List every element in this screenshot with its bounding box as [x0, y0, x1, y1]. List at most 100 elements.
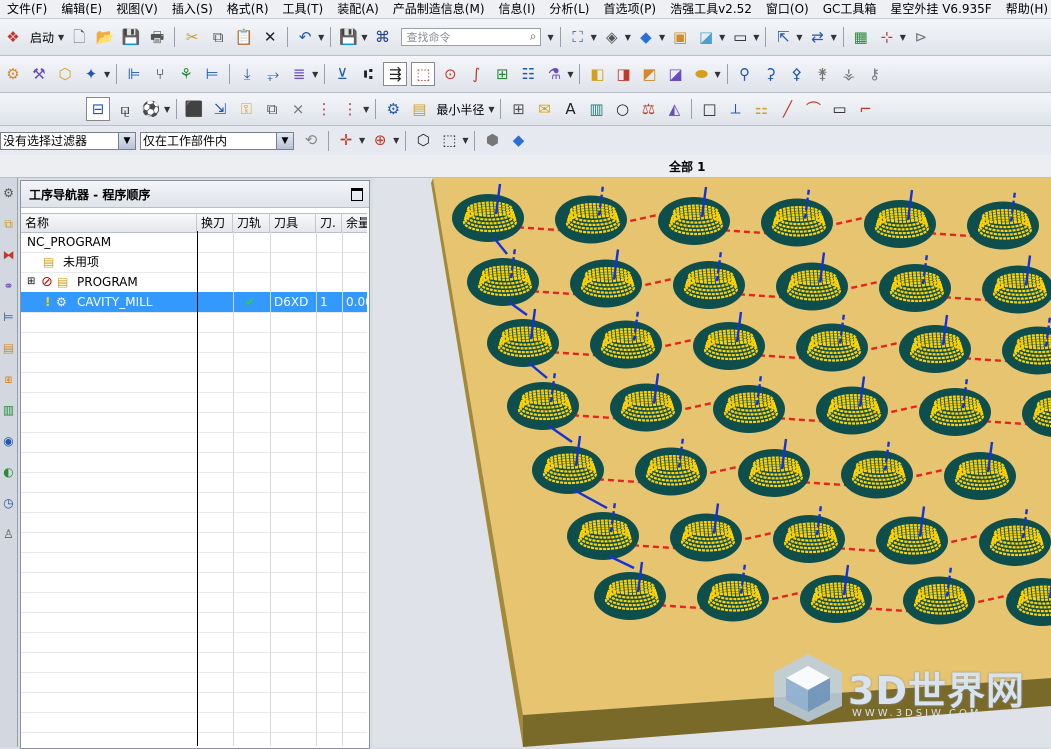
- reuse-library-icon[interactable]: ⧆: [1, 372, 16, 387]
- menu-file[interactable]: 文件(F): [0, 0, 54, 18]
- extra-tool-icon[interactable]: ⊳: [910, 26, 932, 48]
- create-program-icon[interactable]: ⚙: [2, 63, 24, 85]
- machine-navigator-icon[interactable]: ▤: [1, 341, 16, 356]
- simulate-machine-icon[interactable]: ⑆: [357, 63, 379, 85]
- undo-icon[interactable]: ↶: [294, 26, 316, 48]
- machine-tool-view-icon[interactable]: ⑂: [149, 63, 171, 85]
- delete-icon[interactable]: ✕: [259, 26, 281, 48]
- feeds-speeds-icon[interactable]: ⚙: [382, 98, 404, 120]
- menu-gc-toolbox[interactable]: GC工具箱: [816, 0, 884, 18]
- selection-intent-icon[interactable]: ⊕: [369, 130, 391, 152]
- geometry-dropdown-icon[interactable]: ▼: [714, 70, 720, 79]
- shop-doc-icon[interactable]: ☷: [517, 63, 539, 85]
- generate-toolpath-icon[interactable]: ⤓: [236, 63, 258, 85]
- component-icon[interactable]: ⬢: [481, 130, 503, 152]
- min-radius-label[interactable]: 最小半径: [436, 101, 484, 118]
- menu-window[interactable]: 窗口(O): [759, 0, 816, 18]
- paste-op-icon[interactable]: ⋮: [313, 98, 335, 120]
- wcs-dropdown-icon[interactable]: ▼: [900, 33, 906, 42]
- transform-icon[interactable]: ⇄: [807, 26, 829, 48]
- geometry-group-icon[interactable]: ⚽: [140, 98, 162, 120]
- reset-filter-icon[interactable]: ⟲: [300, 130, 322, 152]
- group-dropdown-icon[interactable]: ▼: [164, 105, 170, 114]
- render-style-dropdown-icon[interactable]: ▼: [625, 33, 631, 42]
- start-icon[interactable]: ❖: [2, 26, 24, 48]
- replay-toolpath-icon[interactable]: ⥅: [262, 63, 284, 85]
- paste-dropdown-icon[interactable]: ▼: [363, 105, 369, 114]
- arc-icon[interactable]: ⌒: [802, 98, 824, 120]
- min-radius-dropdown-icon[interactable]: ▼: [488, 105, 494, 114]
- workpiece-icon[interactable]: ◧: [586, 63, 608, 85]
- line-icon[interactable]: ╱: [776, 98, 798, 120]
- intent-dropdown-icon[interactable]: ▼: [393, 136, 399, 145]
- menu-tools[interactable]: 工具(T): [276, 0, 331, 18]
- weight-icon[interactable]: ⚖: [637, 98, 659, 120]
- search-icon[interactable]: ⌕: [530, 29, 537, 44]
- create-tool-icon[interactable]: ⚒: [28, 63, 50, 85]
- move-object-icon[interactable]: ⇱: [772, 26, 794, 48]
- snap-dropdown-icon[interactable]: ▼: [359, 136, 365, 145]
- command-search-input[interactable]: 查找命令 ⌕: [401, 28, 542, 46]
- edit-feed-icon[interactable]: ⇶: [383, 62, 408, 86]
- square-icon[interactable]: □: [698, 98, 720, 120]
- expand-icon[interactable]: ⊞: [23, 272, 39, 292]
- menu-assembly[interactable]: 装配(A): [330, 0, 386, 18]
- assembly-navigator-icon[interactable]: ⧉: [1, 217, 16, 232]
- create-dropdown-icon[interactable]: ▼: [104, 70, 110, 79]
- wcs-icon[interactable]: ⊹: [876, 26, 898, 48]
- library-icon[interactable]: ▥: [1, 403, 16, 418]
- cylinder-icon[interactable]: ⬬: [690, 63, 712, 85]
- curve-icon[interactable]: ∫: [465, 63, 487, 85]
- method-view-icon[interactable]: ⊨: [201, 63, 223, 85]
- copy-op-icon[interactable]: ⧉: [261, 98, 283, 120]
- menu-preferences[interactable]: 首选项(P): [596, 0, 663, 18]
- postprocess-icon[interactable]: ⊞: [491, 63, 513, 85]
- search-dropdown-icon[interactable]: ▼: [547, 33, 553, 42]
- column-tool[interactable]: 刀具: [270, 214, 316, 232]
- object-display-icon[interactable]: ⚲: [734, 63, 756, 85]
- type-filter-select[interactable]: 没有选择过滤器 ▼: [0, 131, 136, 150]
- table-icon[interactable]: ▦: [850, 26, 872, 48]
- open-folder-icon[interactable]: 📂: [94, 26, 116, 48]
- palette-icon[interactable]: ◐: [1, 465, 16, 480]
- settings-icon[interactable]: ⚙: [1, 186, 16, 201]
- move-dropdown-icon[interactable]: ▼: [796, 33, 802, 42]
- background-color-icon[interactable]: ▭: [729, 26, 751, 48]
- shape-icon[interactable]: ◪: [695, 26, 717, 48]
- copy-icon[interactable]: ⧉: [207, 26, 229, 48]
- grid-points-icon[interactable]: ⚏: [750, 98, 772, 120]
- output-cls-icon[interactable]: ⚗: [543, 63, 565, 85]
- start-button[interactable]: 启动: [30, 29, 54, 46]
- save-as-icon[interactable]: 💾: [337, 26, 359, 48]
- menu-haoqiang-tools[interactable]: 浩强工具v2.52: [663, 0, 759, 18]
- chevron-down-icon[interactable]: ▼: [118, 132, 135, 149]
- unblank-icon[interactable]: ⚷: [864, 63, 886, 85]
- hide-icon[interactable]: ⚳: [760, 63, 782, 85]
- column-stock[interactable]: 余量: [342, 214, 367, 232]
- min-radius-icon[interactable]: ▤: [408, 98, 430, 120]
- menu-format[interactable]: 格式(R): [220, 0, 276, 18]
- shaded-cube-icon[interactable]: ◆: [635, 26, 657, 48]
- show-icon[interactable]: ⚴: [786, 63, 808, 85]
- red-cube-icon[interactable]: ⬛: [183, 98, 205, 120]
- history-icon[interactable]: ◷: [1, 496, 16, 511]
- monitor-icon[interactable]: ▥: [585, 98, 607, 120]
- rectangle-select-icon[interactable]: ⬚: [438, 130, 460, 152]
- column-tool-number[interactable]: 刀.: [316, 214, 342, 232]
- background-dropdown-icon[interactable]: ▼: [753, 33, 759, 42]
- select-dropdown-icon[interactable]: ▼: [462, 136, 468, 145]
- print-icon[interactable]: 🖶: [146, 26, 168, 48]
- menu-view[interactable]: 视图(V): [109, 0, 165, 18]
- datum-csys-icon[interactable]: ⟂: [724, 98, 746, 120]
- machine-group-icon[interactable]: ⚼: [114, 98, 136, 120]
- tool-move-icon[interactable]: ⇲: [209, 98, 231, 120]
- fit-view-dropdown-icon[interactable]: ▼: [591, 33, 597, 42]
- menu-analysis[interactable]: 分析(L): [542, 0, 596, 18]
- shaded-cube-dropdown-icon[interactable]: ▼: [659, 33, 665, 42]
- chevron-down-icon[interactable]: ▼: [276, 132, 293, 149]
- part-navigator-icon[interactable]: ⚭: [1, 279, 16, 294]
- web-browser-icon[interactable]: ◉: [1, 434, 16, 449]
- body-icon[interactable]: ◆: [507, 130, 529, 152]
- verify-toolpath-icon[interactable]: ⊻: [331, 63, 353, 85]
- text-annotation-icon[interactable]: A: [559, 98, 581, 120]
